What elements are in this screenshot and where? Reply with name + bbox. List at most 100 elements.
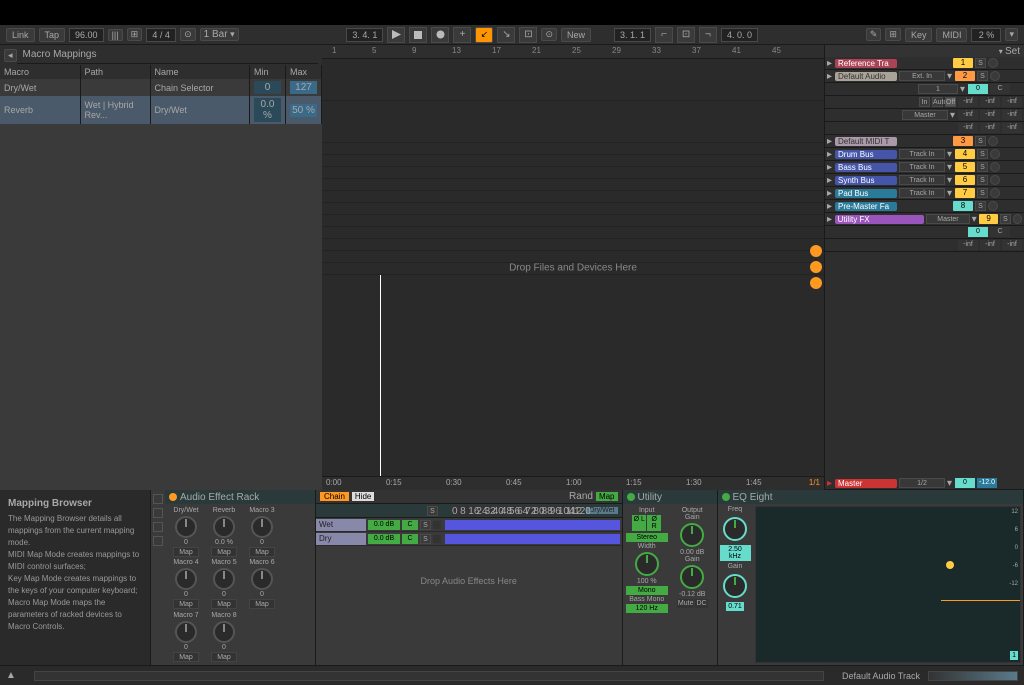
- chain-volume[interactable]: 0.0 dB: [368, 534, 400, 544]
- track-header[interactable]: ▸Synth BusTrack In▾6S: [825, 174, 1024, 187]
- device-title-bar[interactable]: EQ Eight: [718, 490, 1024, 504]
- horizontal-scrollbar[interactable]: [34, 671, 824, 681]
- loop-icon[interactable]: ⊡: [677, 27, 695, 43]
- col-macro[interactable]: Macro: [0, 65, 80, 79]
- col-path[interactable]: Path: [80, 65, 150, 79]
- map-button[interactable]: Map: [173, 652, 199, 662]
- bar-ruler[interactable]: 159131721252933374145: [322, 45, 824, 59]
- mono-button[interactable]: Mono: [626, 586, 669, 595]
- map-button[interactable]: Map: [211, 599, 237, 609]
- col-name[interactable]: Name: [150, 65, 250, 79]
- device-activator-icon[interactable]: [169, 493, 177, 501]
- mapping-row[interactable]: Reverb Wet | Hybrid Rev... Dry/Wet 0.0 %…: [0, 96, 322, 124]
- metronome-icon[interactable]: |||: [108, 29, 123, 41]
- stereo-mode-button[interactable]: Stereo: [626, 533, 669, 542]
- master-track-header[interactable]: ▸ Master 1/2 ▾ 0 -12.0: [825, 477, 1024, 490]
- record-button[interactable]: [431, 27, 449, 43]
- io-toggle-icon[interactable]: [810, 245, 822, 257]
- device-title-bar[interactable]: Utility: [623, 490, 717, 504]
- chain-zone[interactable]: [445, 534, 620, 544]
- macro-knob[interactable]: Macro 50Map: [206, 559, 242, 609]
- map-button[interactable]: Map: [173, 547, 199, 557]
- track-header[interactable]: ▸Default AudioExt. In▾2S: [825, 70, 1024, 83]
- show-chains-icon[interactable]: [153, 508, 163, 518]
- mapping-row[interactable]: Dry/Wet Chain Selector 0 127: [0, 79, 322, 96]
- reenable-automation-icon[interactable]: ↘: [497, 27, 515, 43]
- macro-knob[interactable]: Reverb0.0 %Map: [206, 507, 242, 557]
- track-header[interactable]: ▸Bass BusTrack In▾5S: [825, 161, 1024, 174]
- rand-button[interactable]: Rand: [569, 491, 593, 502]
- phase-r-button[interactable]: Ø R: [647, 515, 661, 531]
- track-header[interactable]: ▸Drum BusTrack In▾4S: [825, 148, 1024, 161]
- eq-display[interactable]: 1260-6-12 1: [755, 506, 1022, 663]
- eq-band-selector[interactable]: 1: [1010, 651, 1018, 660]
- track-header[interactable]: ▸Default MIDI T3S: [825, 135, 1024, 148]
- macro-knob[interactable]: Macro 40Map: [168, 559, 204, 609]
- tap-button[interactable]: Tap: [39, 28, 66, 42]
- map-button[interactable]: Map: [211, 652, 237, 662]
- play-button[interactable]: [387, 27, 405, 43]
- chain-zone[interactable]: [445, 520, 620, 530]
- midi-map-button[interactable]: MIDI: [936, 28, 967, 42]
- draw-mode-icon[interactable]: ✎: [866, 28, 882, 41]
- punch-in-icon[interactable]: ⌐: [655, 27, 673, 43]
- solo-header-icon[interactable]: S: [427, 506, 438, 516]
- device-title-bar[interactable]: Audio Effect Rack: [165, 490, 315, 504]
- tempo-field[interactable]: 96.00: [69, 28, 104, 42]
- phase-l-button[interactable]: Ø L: [632, 515, 646, 531]
- macro-knob[interactable]: Macro 80Map: [206, 612, 242, 662]
- session-record-icon[interactable]: ⊙: [541, 28, 557, 41]
- macro-knob[interactable]: Macro 60Map: [244, 559, 280, 609]
- overdub-icon[interactable]: +: [453, 27, 471, 43]
- gain-value[interactable]: 0.71: [726, 602, 744, 611]
- chain-row[interactable]: Wet 0.0 dB C S: [316, 518, 622, 532]
- chain-hot-swap-icon[interactable]: [433, 521, 441, 529]
- map-button[interactable]: Map: [173, 599, 199, 609]
- time-ruler[interactable]: 1/1 0:000:150:300:451:001:151:301:45: [322, 476, 824, 490]
- show-devices-icon[interactable]: [153, 522, 163, 532]
- overload-icon[interactable]: ▾: [1005, 28, 1018, 41]
- mixer-toggle-icon[interactable]: [810, 277, 822, 289]
- mute-button[interactable]: Mute: [677, 599, 695, 608]
- chain-pan[interactable]: C: [402, 534, 418, 544]
- track-lanes[interactable]: Klingklang Drop Files and Devices Here: [322, 59, 824, 476]
- automation-arm-button[interactable]: ↙: [475, 27, 493, 43]
- gain-knob[interactable]: [723, 574, 747, 598]
- punch-out-icon[interactable]: ¬: [699, 27, 717, 43]
- track-header[interactable]: ▸Reference Tra1S: [825, 57, 1024, 70]
- chain-hot-swap-icon[interactable]: [433, 535, 441, 543]
- device-activator-icon[interactable]: [722, 493, 730, 501]
- arrangement-view[interactable]: 159131721252933374145 Klingklang Drop Fi…: [322, 45, 824, 490]
- keyboard-icon[interactable]: ⊞: [885, 28, 901, 41]
- arrangement-position[interactable]: 3. 4. 1: [346, 28, 383, 42]
- freq-value[interactable]: 2.50 kHz: [720, 545, 751, 561]
- bassmono-freq[interactable]: 120 Hz: [626, 604, 669, 613]
- macro-knob[interactable]: Macro 70Map: [168, 612, 204, 662]
- dc-button[interactable]: DC: [695, 599, 707, 608]
- col-min[interactable]: Min: [250, 65, 286, 79]
- key-map-button[interactable]: Key: [905, 28, 933, 42]
- quantize-menu[interactable]: 1 Bar ▾: [200, 28, 239, 41]
- map-button[interactable]: Map: [249, 547, 275, 557]
- track-header[interactable]: ▸Utility FXMaster▾9S: [825, 213, 1024, 226]
- chain-volume[interactable]: 0.0 dB: [368, 520, 400, 530]
- stop-button[interactable]: [409, 27, 427, 43]
- show-macros-icon[interactable]: [153, 494, 163, 504]
- track-header[interactable]: ▸Pre-Master Fa8S: [825, 200, 1024, 213]
- rack-edit-icon[interactable]: [153, 536, 163, 546]
- nudge-down-icon[interactable]: ⊞: [127, 28, 143, 41]
- chain-solo-button[interactable]: S: [420, 534, 431, 544]
- macro-knob[interactable]: Macro 30Map: [244, 507, 280, 557]
- loop-length[interactable]: 4. 0. 0: [721, 28, 758, 42]
- map-button[interactable]: Map: [211, 547, 237, 557]
- status-triangle-icon[interactable]: ▲: [6, 670, 16, 681]
- chain-tab[interactable]: Chain: [320, 492, 349, 501]
- capture-icon[interactable]: ⊡: [519, 27, 537, 43]
- map-button[interactable]: Map: [249, 599, 275, 609]
- new-button[interactable]: New: [561, 28, 591, 42]
- track-header[interactable]: ▸Pad BusTrack In▾7S: [825, 187, 1024, 200]
- collapse-icon[interactable]: ◂: [4, 49, 17, 62]
- gain-knob[interactable]: [680, 523, 704, 547]
- width-knob[interactable]: [635, 552, 659, 576]
- macro-knob[interactable]: Dry/Wet0Map: [168, 507, 204, 557]
